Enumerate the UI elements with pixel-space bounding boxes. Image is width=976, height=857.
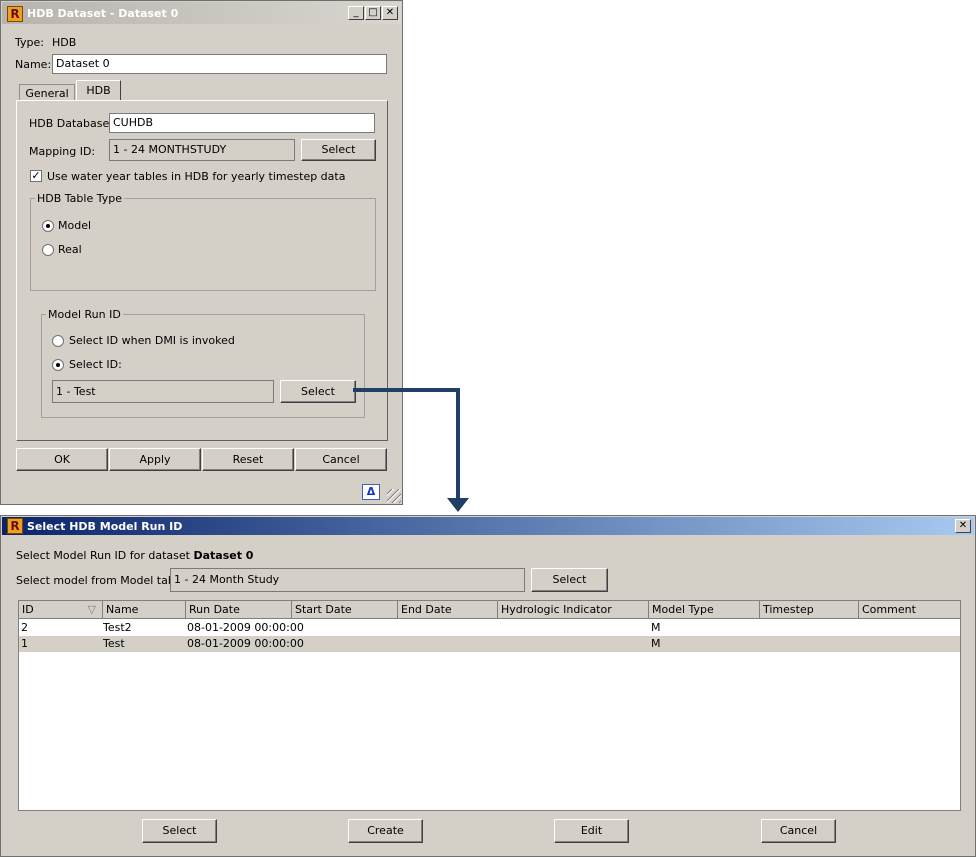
column-header-comment[interactable]: Comment bbox=[859, 601, 960, 619]
select-prompt-prefix: Select Model Run ID for dataset bbox=[16, 549, 190, 562]
close-icon[interactable]: ✕ bbox=[955, 519, 971, 533]
create-button[interactable]: Create bbox=[348, 819, 423, 843]
select-button[interactable]: Select bbox=[142, 819, 217, 843]
select-prompt: Select Model Run ID for dataset Dataset … bbox=[16, 549, 253, 562]
column-header-name[interactable]: Name bbox=[103, 601, 186, 619]
column-header-hydrologic-indicator[interactable]: Hydrologic Indicator bbox=[498, 601, 649, 619]
select-window-title: Select HDB Model Run ID bbox=[27, 520, 183, 533]
table-row[interactable]: 2 Test2 08-01-2009 00:00:00 M bbox=[19, 620, 960, 636]
column-header-start-date[interactable]: Start Date bbox=[292, 601, 398, 619]
app-icon: R bbox=[7, 518, 23, 534]
table-row[interactable]: 1 Test 08-01-2009 00:00:00 M bbox=[19, 636, 960, 652]
cancel-button[interactable]: Cancel bbox=[761, 819, 836, 843]
column-header-run-date[interactable]: Run Date bbox=[186, 601, 292, 619]
column-header-id[interactable]: ID ▽ bbox=[19, 601, 103, 619]
select-model-run-window: R Select HDB Model Run ID ✕ Select Model… bbox=[0, 515, 976, 857]
column-header-end-date[interactable]: End Date bbox=[398, 601, 498, 619]
select-prompt-dataset: Dataset 0 bbox=[193, 549, 254, 562]
edit-button[interactable]: Edit bbox=[554, 819, 629, 843]
column-header-model-type[interactable]: Model Type bbox=[649, 601, 760, 619]
model-select-button[interactable]: Select bbox=[531, 568, 608, 592]
sort-desc-icon: ▽ bbox=[87, 603, 96, 616]
select-title-bar[interactable]: R Select HDB Model Run ID ✕ bbox=[2, 517, 974, 535]
column-header-timestep[interactable]: Timestep bbox=[760, 601, 859, 619]
model-table-label: Select model from Model table: bbox=[16, 574, 189, 587]
model-table-field: 1 - 24 Month Study bbox=[170, 568, 525, 592]
model-run-table: ID ▽ Name Run Date Start Date End Date H… bbox=[18, 600, 961, 811]
